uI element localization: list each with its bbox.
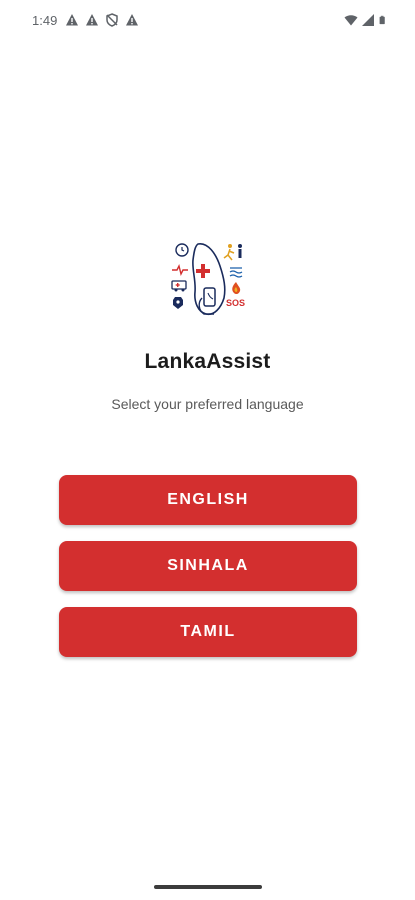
island-outline [192, 243, 226, 316]
english-button[interactable]: ENGLISH [59, 475, 357, 525]
battery-icon [379, 15, 385, 25]
pulse-icon [172, 263, 188, 277]
signal-icon [362, 14, 374, 26]
warning-icon [86, 14, 99, 26]
status-left: 1:49 [32, 13, 139, 28]
person-icon [228, 244, 232, 248]
shield-icon [106, 13, 119, 27]
app-logo: SOS [171, 243, 245, 316]
app-title: LankaAssist [144, 350, 271, 373]
sinhala-button[interactable]: SINHALA [59, 541, 357, 591]
flood-icon [229, 267, 243, 278]
home-indicator[interactable] [154, 885, 262, 889]
tamil-button[interactable]: TAMIL [59, 607, 357, 657]
phone-icon [203, 287, 216, 307]
warning-icon [66, 14, 79, 26]
language-prompt: Select your preferred language [111, 396, 304, 412]
warning-icon [126, 14, 139, 26]
status-time: 1:49 [32, 12, 58, 28]
sos-logo-text: SOS [226, 298, 245, 308]
wifi-icon [344, 15, 358, 26]
status-right [344, 13, 387, 27]
language-selection-screen: 1:49 SOS LankaAssist Select your preferr… [0, 0, 415, 900]
status-bar: 1:49 [0, 0, 415, 40]
